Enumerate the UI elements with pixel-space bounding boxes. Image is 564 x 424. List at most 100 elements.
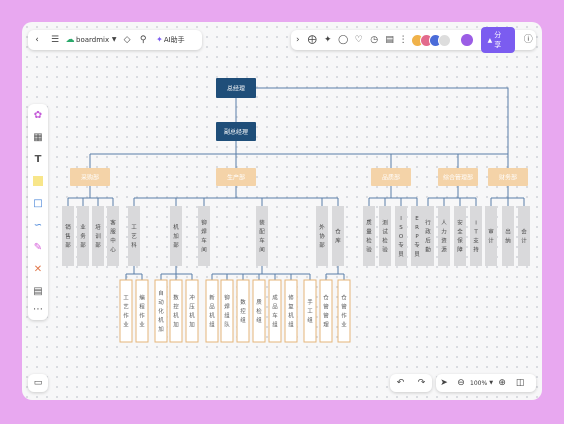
dept-node-label: 品质部	[382, 174, 400, 182]
team-node-char: 仓	[323, 294, 329, 302]
connector-line	[256, 87, 509, 168]
dept-node-label: 综合管理部	[443, 174, 473, 182]
team-node-char: 艺	[123, 304, 129, 311]
team-node-char: 车	[272, 312, 278, 320]
role-node-char: 科	[131, 241, 137, 249]
role-node-char: 机	[173, 223, 179, 231]
role-node-box	[363, 206, 375, 266]
role-node-box	[470, 206, 482, 266]
role-node-char: 专	[398, 241, 404, 249]
team-node-box	[185, 279, 199, 343]
team-node-box	[268, 279, 282, 343]
role-node-box	[502, 206, 514, 266]
role-node-box	[485, 206, 497, 266]
role-node-char: 源	[441, 246, 447, 254]
team-node-char: 化	[158, 307, 164, 315]
role-node-char: 出	[505, 228, 511, 236]
team-node-char: 业	[139, 321, 145, 329]
team-node-char: 机	[173, 312, 179, 320]
role-node-char: 加	[173, 232, 179, 240]
team-node-char: 组	[224, 312, 230, 320]
team-node-char: 工	[123, 295, 129, 302]
role-node-char: 测	[382, 219, 388, 227]
role-node-char: 车	[259, 237, 265, 245]
role-node-box	[256, 206, 268, 266]
team-node-char: 作	[123, 312, 129, 320]
team-node-char: 组	[288, 321, 294, 329]
role-node-char: 部	[95, 241, 101, 249]
team-node-char: 控	[240, 307, 246, 315]
team-node-char: 作	[139, 312, 145, 320]
team-node-char: 冲	[189, 294, 195, 302]
top-node-label: 总经理	[227, 85, 245, 93]
role-node-char: 计	[521, 237, 527, 245]
role-node-char: 质	[366, 219, 372, 227]
team-node-char: 机	[189, 312, 195, 320]
role-node-char: 持	[473, 246, 479, 254]
team-node-char: 作	[341, 312, 347, 320]
team-node-char: 业	[341, 321, 347, 329]
role-node-char: 间	[259, 246, 265, 254]
canvas[interactable]: ‹ ☰ ☁ boardmix ▼ ◇ ⚲ ✦ AI助手 › ⨁ ✦ ◯ ♡ ◷ …	[22, 22, 542, 400]
team-node-char: 复	[288, 303, 294, 311]
role-node-char: S	[399, 225, 403, 231]
role-node-char: 仓	[335, 228, 341, 236]
team-node-char: 队	[224, 321, 230, 329]
role-node-char: R	[415, 225, 419, 231]
role-node-char: 计	[488, 237, 494, 245]
role-node-char: 艺	[131, 233, 137, 240]
role-node-box	[198, 206, 210, 266]
dept-node-label: 生产部	[227, 174, 245, 182]
role-node-char: 部	[80, 241, 86, 249]
team-node-char: 业	[123, 321, 129, 329]
team-node-char: 加	[173, 321, 179, 329]
team-node-char: 修	[288, 294, 294, 302]
role-node-char: 部	[173, 241, 179, 249]
role-node-char: 协	[319, 232, 325, 240]
role-node-box	[422, 206, 434, 266]
role-node-char: 训	[95, 232, 101, 240]
role-node-char: E	[415, 216, 419, 222]
role-node-box	[379, 206, 391, 266]
role-node-char: 资	[441, 237, 447, 245]
team-node-char: 自	[158, 289, 164, 297]
team-node-char: 机	[288, 312, 294, 320]
role-node-char: 装	[259, 219, 265, 227]
role-node-char: 支	[473, 237, 479, 245]
team-node-char: 质	[256, 298, 262, 306]
team-node-char: 成	[272, 294, 278, 302]
role-node-box	[518, 206, 530, 266]
role-node-char: 工	[131, 224, 137, 231]
team-node-char: 组	[256, 316, 262, 324]
team-node-char: 加	[158, 325, 164, 333]
role-node-char: 销	[65, 223, 71, 231]
team-node-char: 管	[323, 312, 329, 320]
role-node-char: 务	[80, 232, 86, 240]
team-node-char: 组	[272, 321, 278, 329]
role-node-char: 铆	[201, 219, 207, 227]
team-node-box	[220, 279, 234, 343]
org-chart[interactable]: 总经理副总经理采购部销售部业务部培训部客服中心生产部工艺科机加部铆焊车间装配车间…	[22, 22, 542, 400]
team-node-char: 程	[139, 303, 145, 311]
team-node-char: 检	[256, 307, 262, 315]
team-node-char: 管	[341, 303, 347, 311]
team-node-char: 编	[139, 294, 145, 302]
role-node-char: 安	[457, 219, 463, 227]
role-node-box	[107, 206, 119, 266]
role-node-char: 审	[488, 228, 494, 236]
team-node-char: 铆	[224, 294, 230, 302]
role-node-box	[332, 206, 344, 266]
team-node-char: 控	[173, 303, 179, 311]
role-node-char: 库	[335, 237, 341, 245]
team-node-char: 组	[240, 316, 246, 324]
role-node-char: 配	[259, 229, 265, 236]
role-node-char: 纳	[505, 237, 511, 245]
team-node-char: 数	[173, 294, 179, 302]
role-node-char: 间	[201, 246, 207, 254]
team-node-char: 焊	[224, 303, 230, 311]
role-node-box	[454, 206, 466, 266]
team-node-char: 压	[189, 304, 195, 311]
dept-node-label: 财务部	[499, 174, 517, 182]
role-node-char: 力	[441, 228, 447, 236]
team-node-box	[119, 279, 133, 343]
